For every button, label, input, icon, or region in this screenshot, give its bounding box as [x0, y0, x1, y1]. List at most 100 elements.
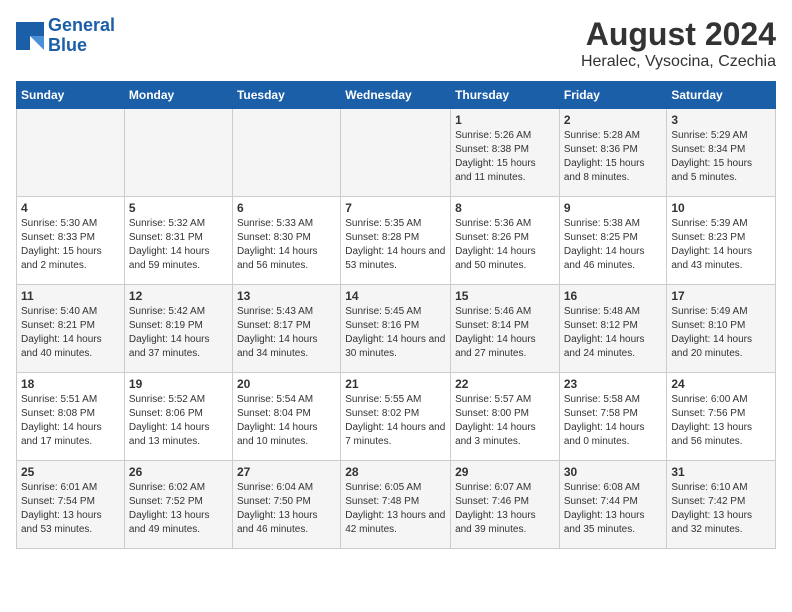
calendar-cell: 13 Sunrise: 5:43 AM Sunset: 8:17 PM Dayli… — [232, 285, 340, 373]
day-info: Sunrise: 5:54 AM Sunset: 8:04 PM Dayligh… — [237, 393, 336, 449]
day-number: 8 — [455, 201, 555, 215]
day-number: 5 — [129, 201, 228, 215]
calendar-cell: 4Sunrise: 5:30 AM Sunset: 8:33 PM Daylig… — [17, 197, 125, 285]
weekday-header-sunday: Sunday — [17, 82, 125, 109]
day-info: Sunrise: 5:51 AM Sunset: 8:08 PM Dayligh… — [21, 393, 120, 449]
logo-blue: Blue — [48, 35, 87, 55]
day-number: 23 — [564, 377, 663, 391]
calendar-cell — [124, 109, 232, 197]
calendar-week-row: 4Sunrise: 5:30 AM Sunset: 8:33 PM Daylig… — [17, 197, 776, 285]
calendar-cell: 14 Sunrise: 5:45 AM Sunset: 8:16 PM Dayli… — [341, 285, 451, 373]
calendar-cell: 19 Sunrise: 5:52 AM Sunset: 8:06 PM Dayli… — [124, 373, 232, 461]
day-info: Sunrise: 5:35 AM Sunset: 8:28 PM Dayligh… — [345, 217, 446, 273]
calendar-cell: 29 Sunrise: 6:07 AM Sunset: 7:46 PM Dayli… — [451, 461, 560, 549]
title-block: August 2024 Heralec, Vysocina, Czechia — [581, 16, 776, 71]
day-info: Sunrise: 5:29 AM Sunset: 8:34 PM Dayligh… — [671, 129, 771, 185]
page-header: General Blue August 2024 Heralec, Vysoci… — [16, 16, 776, 71]
day-number: 27 — [237, 465, 336, 479]
calendar-cell: 18Sunrise: 5:51 AM Sunset: 8:08 PM Dayli… — [17, 373, 125, 461]
day-info: Sunrise: 5:57 AM Sunset: 8:00 PM Dayligh… — [455, 393, 555, 449]
calendar-week-row: 25Sunrise: 6:01 AM Sunset: 7:54 PM Dayli… — [17, 461, 776, 549]
calendar-cell: 17 Sunrise: 5:49 AM Sunset: 8:10 PM Dayli… — [667, 285, 776, 373]
day-info: Sunrise: 6:02 AM Sunset: 7:52 PM Dayligh… — [129, 481, 228, 537]
calendar-week-row: 18Sunrise: 5:51 AM Sunset: 8:08 PM Dayli… — [17, 373, 776, 461]
calendar-header-row: SundayMondayTuesdayWednesdayThursdayFrid… — [17, 82, 776, 109]
calendar-cell: 28 Sunrise: 6:05 AM Sunset: 7:48 PM Dayli… — [341, 461, 451, 549]
logo-text: General Blue — [48, 16, 115, 56]
day-number: 19 — [129, 377, 228, 391]
day-number: 13 — [237, 289, 336, 303]
calendar-cell: 5 Sunrise: 5:32 AM Sunset: 8:31 PM Daylig… — [124, 197, 232, 285]
day-info: Sunrise: 5:42 AM Sunset: 8:19 PM Dayligh… — [129, 305, 228, 361]
day-number: 29 — [455, 465, 555, 479]
day-info: Sunrise: 6:05 AM Sunset: 7:48 PM Dayligh… — [345, 481, 446, 537]
day-info: Sunrise: 5:36 AM Sunset: 8:26 PM Dayligh… — [455, 217, 555, 273]
day-info: Sunrise: 5:55 AM Sunset: 8:02 PM Dayligh… — [345, 393, 446, 449]
day-info: Sunrise: 6:10 AM Sunset: 7:42 PM Dayligh… — [671, 481, 771, 537]
day-number: 25 — [21, 465, 120, 479]
calendar-cell: 3 Sunrise: 5:29 AM Sunset: 8:34 PM Daylig… — [667, 109, 776, 197]
day-info: Sunrise: 6:08 AM Sunset: 7:44 PM Dayligh… — [564, 481, 663, 537]
calendar-cell: 20Sunrise: 5:54 AM Sunset: 8:04 PM Dayli… — [232, 373, 340, 461]
page-subtitle: Heralec, Vysocina, Czechia — [581, 53, 776, 71]
day-number: 14 — [345, 289, 446, 303]
day-number: 30 — [564, 465, 663, 479]
logo-icon — [16, 22, 44, 50]
day-number: 1 — [455, 113, 555, 127]
day-number: 10 — [671, 201, 771, 215]
day-info: Sunrise: 5:33 AM Sunset: 8:30 PM Dayligh… — [237, 217, 336, 273]
day-info: Sunrise: 5:46 AM Sunset: 8:14 PM Dayligh… — [455, 305, 555, 361]
calendar-cell: 6 Sunrise: 5:33 AM Sunset: 8:30 PM Daylig… — [232, 197, 340, 285]
day-info: Sunrise: 5:28 AM Sunset: 8:36 PM Dayligh… — [564, 129, 663, 185]
calendar-cell: 12 Sunrise: 5:42 AM Sunset: 8:19 PM Dayli… — [124, 285, 232, 373]
day-number: 7 — [345, 201, 446, 215]
calendar-cell — [17, 109, 125, 197]
day-number: 31 — [671, 465, 771, 479]
day-info: Sunrise: 5:45 AM Sunset: 8:16 PM Dayligh… — [345, 305, 446, 361]
day-number: 11 — [21, 289, 120, 303]
day-info: Sunrise: 5:26 AM Sunset: 8:38 PM Dayligh… — [455, 129, 555, 185]
weekday-header-wednesday: Wednesday — [341, 82, 451, 109]
calendar-cell — [232, 109, 340, 197]
day-info: Sunrise: 5:43 AM Sunset: 8:17 PM Dayligh… — [237, 305, 336, 361]
calendar-cell: 25Sunrise: 6:01 AM Sunset: 7:54 PM Dayli… — [17, 461, 125, 549]
day-info: Sunrise: 5:39 AM Sunset: 8:23 PM Dayligh… — [671, 217, 771, 273]
weekday-header-monday: Monday — [124, 82, 232, 109]
calendar-cell: 8 Sunrise: 5:36 AM Sunset: 8:26 PM Daylig… — [451, 197, 560, 285]
calendar-cell: 23 Sunrise: 5:58 AM Sunset: 7:58 PM Dayli… — [559, 373, 667, 461]
day-info: Sunrise: 5:49 AM Sunset: 8:10 PM Dayligh… — [671, 305, 771, 361]
day-number: 9 — [564, 201, 663, 215]
weekday-header-friday: Friday — [559, 82, 667, 109]
calendar-cell: 11 Sunrise: 5:40 AM Sunset: 8:21 PM Dayli… — [17, 285, 125, 373]
day-info: Sunrise: 6:00 AM Sunset: 7:56 PM Dayligh… — [671, 393, 771, 449]
day-info: Sunrise: 6:04 AM Sunset: 7:50 PM Dayligh… — [237, 481, 336, 537]
calendar-cell: 31 Sunrise: 6:10 AM Sunset: 7:42 PM Dayli… — [667, 461, 776, 549]
day-number: 12 — [129, 289, 228, 303]
calendar-cell — [341, 109, 451, 197]
calendar-cell: 27 Sunrise: 6:04 AM Sunset: 7:50 PM Dayli… — [232, 461, 340, 549]
calendar-cell: 9Sunrise: 5:38 AM Sunset: 8:25 PM Daylig… — [559, 197, 667, 285]
day-number: 26 — [129, 465, 228, 479]
calendar-cell: 7 Sunrise: 5:35 AM Sunset: 8:28 PM Daylig… — [341, 197, 451, 285]
logo-general: General — [48, 15, 115, 35]
calendar-cell: 21 Sunrise: 5:55 AM Sunset: 8:02 PM Dayli… — [341, 373, 451, 461]
day-number: 6 — [237, 201, 336, 215]
day-number: 22 — [455, 377, 555, 391]
day-info: Sunrise: 5:32 AM Sunset: 8:31 PM Dayligh… — [129, 217, 228, 273]
logo: General Blue — [16, 16, 115, 56]
day-number: 21 — [345, 377, 446, 391]
day-number: 17 — [671, 289, 771, 303]
day-number: 28 — [345, 465, 446, 479]
day-info: Sunrise: 6:07 AM Sunset: 7:46 PM Dayligh… — [455, 481, 555, 537]
day-info: Sunrise: 5:40 AM Sunset: 8:21 PM Dayligh… — [21, 305, 120, 361]
day-number: 3 — [671, 113, 771, 127]
calendar-cell: 30 Sunrise: 6:08 AM Sunset: 7:44 PM Dayli… — [559, 461, 667, 549]
calendar-cell: 26 Sunrise: 6:02 AM Sunset: 7:52 PM Dayli… — [124, 461, 232, 549]
calendar-table: SundayMondayTuesdayWednesdayThursdayFrid… — [16, 81, 776, 549]
day-info: Sunrise: 5:58 AM Sunset: 7:58 PM Dayligh… — [564, 393, 663, 449]
calendar-cell: 15Sunrise: 5:46 AM Sunset: 8:14 PM Dayli… — [451, 285, 560, 373]
weekday-header-tuesday: Tuesday — [232, 82, 340, 109]
calendar-cell: 24Sunrise: 6:00 AM Sunset: 7:56 PM Dayli… — [667, 373, 776, 461]
calendar-week-row: 11 Sunrise: 5:40 AM Sunset: 8:21 PM Dayli… — [17, 285, 776, 373]
day-info: Sunrise: 5:52 AM Sunset: 8:06 PM Dayligh… — [129, 393, 228, 449]
